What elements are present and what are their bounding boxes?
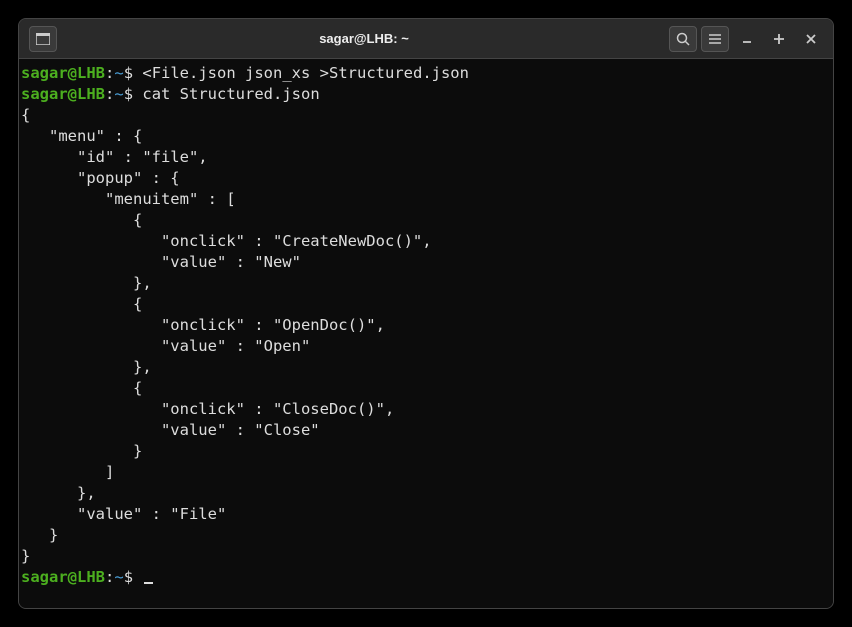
search-button[interactable] [669, 26, 697, 52]
prompt-colon: : [105, 64, 114, 82]
output-line: "onclick" : "CloseDoc()", [21, 399, 831, 420]
output-line: "value" : "Open" [21, 336, 831, 357]
output-line: { [21, 294, 831, 315]
maximize-button[interactable] [765, 26, 793, 52]
prompt-user: sagar@LHB [21, 568, 105, 586]
new-tab-button[interactable] [29, 26, 57, 52]
output-line: }, [21, 483, 831, 504]
terminal-window: sagar@LHB: ~ sagar@LHB:~$ <File.json jso… [18, 18, 834, 609]
output-line: "onclick" : "OpenDoc()", [21, 315, 831, 336]
output-line: "value" : "Close" [21, 420, 831, 441]
output-line: { [21, 210, 831, 231]
hamburger-icon [708, 33, 722, 45]
output-line: "value" : "File" [21, 504, 831, 525]
close-icon [805, 33, 817, 45]
command-text: <File.json json_xs >Structured.json [142, 64, 469, 82]
terminal-line: sagar@LHB:~$ [21, 567, 831, 588]
output-line: ] [21, 462, 831, 483]
titlebar: sagar@LHB: ~ [19, 19, 833, 59]
output-line: "popup" : { [21, 168, 831, 189]
maximize-icon [773, 33, 785, 45]
output-line: } [21, 546, 831, 567]
output-line: { [21, 378, 831, 399]
prompt-dollar: $ [124, 64, 143, 82]
output-line: { [21, 105, 831, 126]
minimize-icon [741, 33, 753, 45]
output-line: }, [21, 273, 831, 294]
prompt-path: ~ [114, 85, 123, 103]
terminal-line: sagar@LHB:~$ <File.json json_xs >Structu… [21, 63, 831, 84]
output-line: } [21, 441, 831, 462]
terminal-line: sagar@LHB:~$ cat Structured.json [21, 84, 831, 105]
window-title: sagar@LHB: ~ [59, 31, 669, 46]
cursor [144, 582, 153, 584]
menu-button[interactable] [701, 26, 729, 52]
prompt-path: ~ [114, 568, 123, 586]
prompt-colon: : [105, 568, 114, 586]
close-button[interactable] [797, 26, 825, 52]
output-line: "menu" : { [21, 126, 831, 147]
terminal-body[interactable]: sagar@LHB:~$ <File.json json_xs >Structu… [19, 59, 833, 608]
prompt-user: sagar@LHB [21, 64, 105, 82]
output-line: "id" : "file", [21, 147, 831, 168]
command-text: cat Structured.json [142, 85, 319, 103]
output-line: } [21, 525, 831, 546]
prompt-colon: : [105, 85, 114, 103]
prompt-user: sagar@LHB [21, 85, 105, 103]
prompt-dollar: $ [124, 568, 143, 586]
output-line: }, [21, 357, 831, 378]
output-line: "menuitem" : [ [21, 189, 831, 210]
prompt-path: ~ [114, 64, 123, 82]
output-line: "onclick" : "CreateNewDoc()", [21, 231, 831, 252]
minimize-button[interactable] [733, 26, 761, 52]
prompt-dollar: $ [124, 85, 143, 103]
output-line: "value" : "New" [21, 252, 831, 273]
terminal-icon [36, 33, 50, 45]
search-icon [676, 32, 690, 46]
